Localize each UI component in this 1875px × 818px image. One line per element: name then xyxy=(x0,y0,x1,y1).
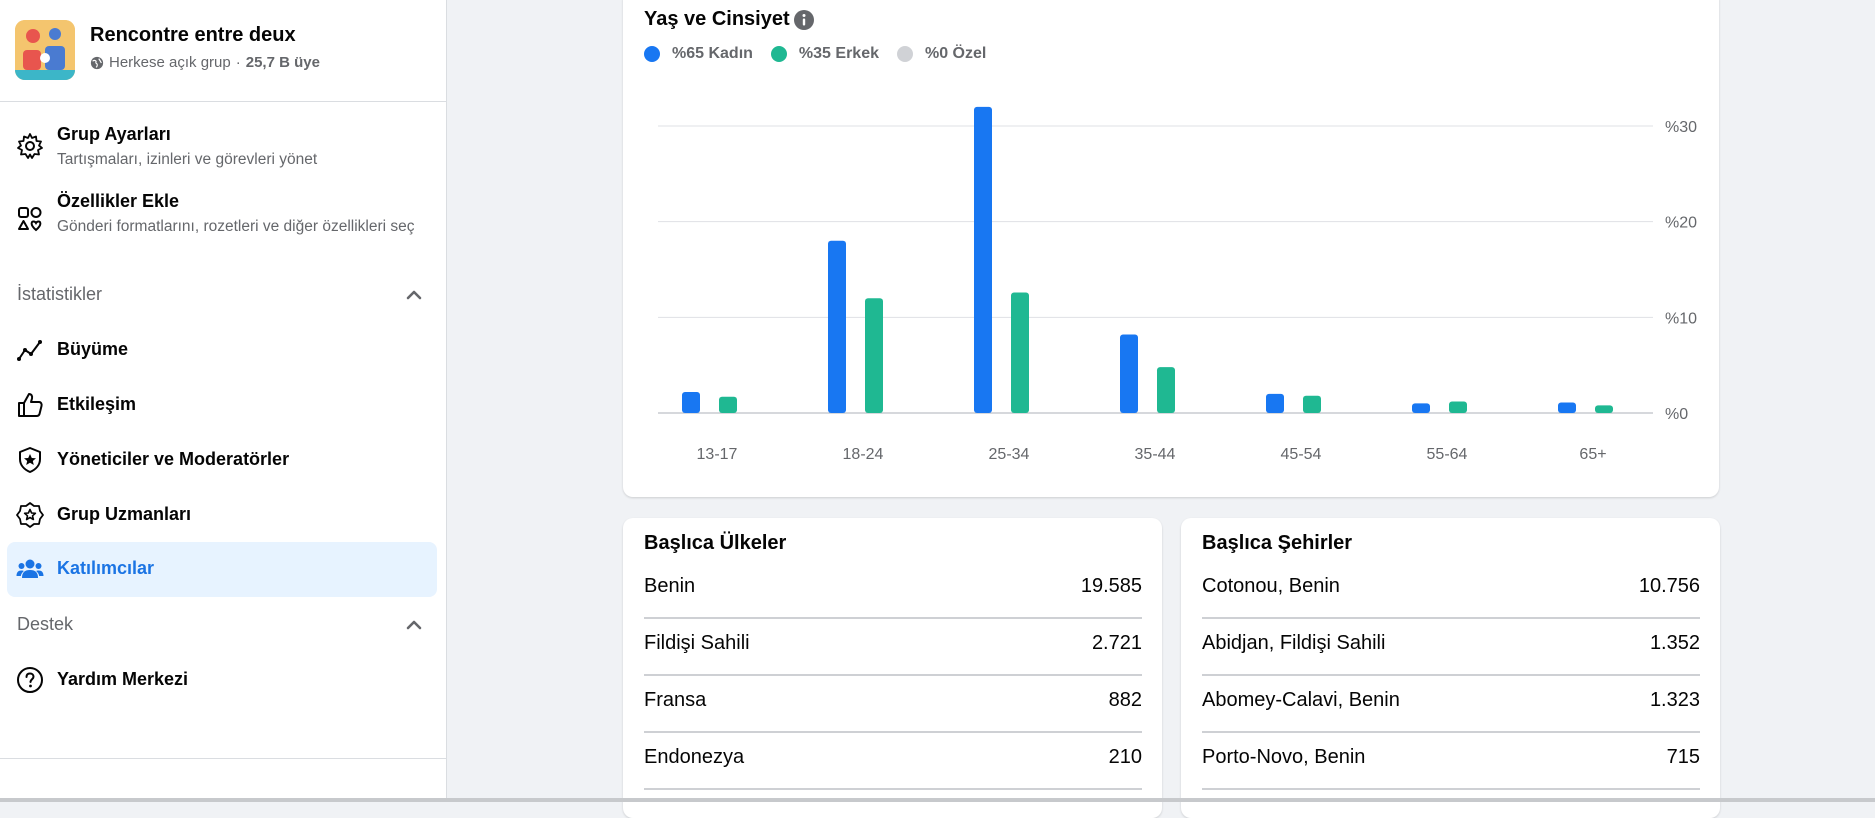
gear-icon xyxy=(17,133,43,159)
group-member-count: 25,7 B üye xyxy=(245,54,320,71)
nav-add-features[interactable]: Özellikler Ekle Gönderi formatlarını, ro… xyxy=(7,185,437,261)
section-statistics-title: İstatistikler xyxy=(17,284,103,304)
y-tick-label: %0 xyxy=(1665,406,1688,423)
x-tick-label: 65+ xyxy=(1579,446,1606,463)
meta-separator: · xyxy=(235,54,241,71)
divider xyxy=(0,101,446,102)
city-name: Abidjan, Fildişi Sahili xyxy=(1202,632,1386,654)
group-name[interactable]: Rencontre entre deux xyxy=(90,24,296,47)
group-privacy: Herkese açık grup xyxy=(109,54,231,71)
bar-female[interactable] xyxy=(1558,402,1576,413)
nav-group-settings-title: Grup Ayarları xyxy=(57,124,171,144)
thumbs-up-icon xyxy=(18,393,43,417)
x-tick-label: 45-54 xyxy=(1281,446,1322,463)
group-avatar[interactable] xyxy=(15,20,75,80)
group-header[interactable]: Rencontre entre deux Herkese açık grup ·… xyxy=(15,20,446,82)
y-tick-label: %20 xyxy=(1665,215,1697,232)
bar-chart: %0 %10 %20 %30 13-17 18-24 25-34 35-44 45-54 55-6… xyxy=(658,106,1697,463)
city-name: Porto-Novo, Benin xyxy=(1202,746,1366,768)
nav-help-center[interactable]: Yardım Merkezi xyxy=(7,658,437,702)
country-row: Benin 19.585 xyxy=(644,562,1142,619)
country-count: 2.721 xyxy=(1091,632,1142,654)
nav-group-experts[interactable]: Grup Uzmanları xyxy=(7,493,437,537)
people-icon xyxy=(16,559,44,578)
city-name: Abomey-Calavi, Benin xyxy=(1202,689,1400,711)
bar-female[interactable] xyxy=(1266,393,1284,413)
country-name: Fransa xyxy=(644,689,707,711)
window-bottom-edge xyxy=(0,798,1875,802)
growth-chart-icon xyxy=(17,340,42,361)
chevron-up-icon[interactable] xyxy=(405,616,423,634)
sidebar: Rencontre entre deux Herkese açık grup ·… xyxy=(0,0,447,802)
x-tick-label: 55-64 xyxy=(1427,446,1468,463)
nav-participants[interactable]: Katılımcılar xyxy=(7,542,437,597)
nav-participants-title: Katılımcılar xyxy=(57,558,155,578)
nav-group-settings[interactable]: Grup Ayarları Tartışmaları, izinleri ve … xyxy=(7,118,437,174)
country-count: 210 xyxy=(1108,746,1142,768)
x-tick-label: 25-34 xyxy=(989,446,1030,463)
bar-male[interactable] xyxy=(719,396,737,413)
city-count: 10.756 xyxy=(1638,575,1700,597)
country-row: Fransa 882 xyxy=(644,676,1142,733)
x-tick-label: 18-24 xyxy=(843,446,884,463)
bar-male[interactable] xyxy=(1595,405,1613,413)
city-row: Porto-Novo, Benin 715 xyxy=(1202,733,1700,790)
bar-female[interactable] xyxy=(828,240,846,413)
section-support[interactable]: Destek xyxy=(17,610,423,640)
age-gender-card: Yaş ve Cinsiyet %65 Kadın %35 Erkek %0 Ö… xyxy=(623,0,1719,497)
bar-female[interactable] xyxy=(1120,334,1138,413)
top-countries-title: Başlıca Ülkeler xyxy=(644,532,787,554)
y-tick-label: %30 xyxy=(1665,119,1697,136)
chevron-up-icon[interactable] xyxy=(405,286,423,304)
country-name: Endonezya xyxy=(644,746,745,768)
globe-icon xyxy=(90,56,104,69)
group-meta: Herkese açık grup · 25,7 B üye xyxy=(90,54,320,71)
nav-add-features-title: Özellikler Ekle xyxy=(57,191,180,211)
section-statistics[interactable]: İstatistikler xyxy=(17,280,423,310)
bar-male[interactable] xyxy=(1449,401,1467,413)
bar-male[interactable] xyxy=(1157,367,1175,413)
nav-admins-moderators[interactable]: Yöneticiler ve Moderatörler xyxy=(7,438,437,482)
nav-growth[interactable]: Büyüme xyxy=(7,328,437,372)
country-count: 19.585 xyxy=(1080,575,1142,597)
x-tick-label: 35-44 xyxy=(1135,446,1176,463)
nav-admins-title: Yöneticiler ve Moderatörler xyxy=(57,449,290,469)
country-name: Fildişi Sahili xyxy=(644,632,750,654)
city-count: 1.352 xyxy=(1649,632,1700,654)
bar-male[interactable] xyxy=(865,298,883,413)
country-name: Benin xyxy=(644,575,696,597)
top-countries-card: Başlıca Ülkeler Benin 19.585 Fildişi Sah… xyxy=(623,518,1162,818)
shapes-icon xyxy=(18,207,42,232)
city-count: 715 xyxy=(1666,746,1700,768)
nav-group-experts-title: Grup Uzmanları xyxy=(57,504,192,524)
section-support-title: Destek xyxy=(17,614,74,634)
nav-group-settings-subtitle: Tartışmaları, izinleri ve görevleri yöne… xyxy=(57,151,318,168)
x-tick-label: 13-17 xyxy=(697,446,738,463)
bar-female[interactable] xyxy=(682,391,700,413)
nav-engagement[interactable]: Etkileşim xyxy=(7,383,437,427)
city-row: Abomey-Calavi, Benin 1.323 xyxy=(1202,676,1700,733)
city-name: Cotonou, Benin xyxy=(1202,575,1340,597)
y-tick-label: %10 xyxy=(1665,310,1697,327)
nav-add-features-subtitle: Gönderi formatlarını, rozetleri ve diğer… xyxy=(57,218,415,235)
bar-male[interactable] xyxy=(1303,395,1321,413)
city-row: Cotonou, Benin 10.756 xyxy=(1202,562,1700,619)
divider xyxy=(0,758,446,759)
shield-star-icon xyxy=(19,447,41,473)
country-count: 882 xyxy=(1108,689,1142,711)
top-cities-card: Başlıca Şehirler Cotonou, Benin 10.756 A… xyxy=(1181,518,1720,818)
bar-female[interactable] xyxy=(1412,403,1430,413)
nav-help-center-title: Yardım Merkezi xyxy=(57,669,189,689)
nav-growth-title: Büyüme xyxy=(57,339,129,359)
country-row: Endonezya 210 xyxy=(644,733,1142,790)
bar-female[interactable] xyxy=(974,106,992,413)
nav-engagement-title: Etkileşim xyxy=(57,394,137,414)
city-count: 1.323 xyxy=(1649,689,1700,711)
country-row: Fildişi Sahili 2.721 xyxy=(644,619,1142,676)
expert-badge-icon xyxy=(16,502,44,528)
bar-male[interactable] xyxy=(1011,292,1029,413)
city-row: Abidjan, Fildişi Sahili 1.352 xyxy=(1202,619,1700,676)
top-cities-title: Başlıca Şehirler xyxy=(1202,532,1353,554)
question-circle-icon xyxy=(17,667,43,693)
